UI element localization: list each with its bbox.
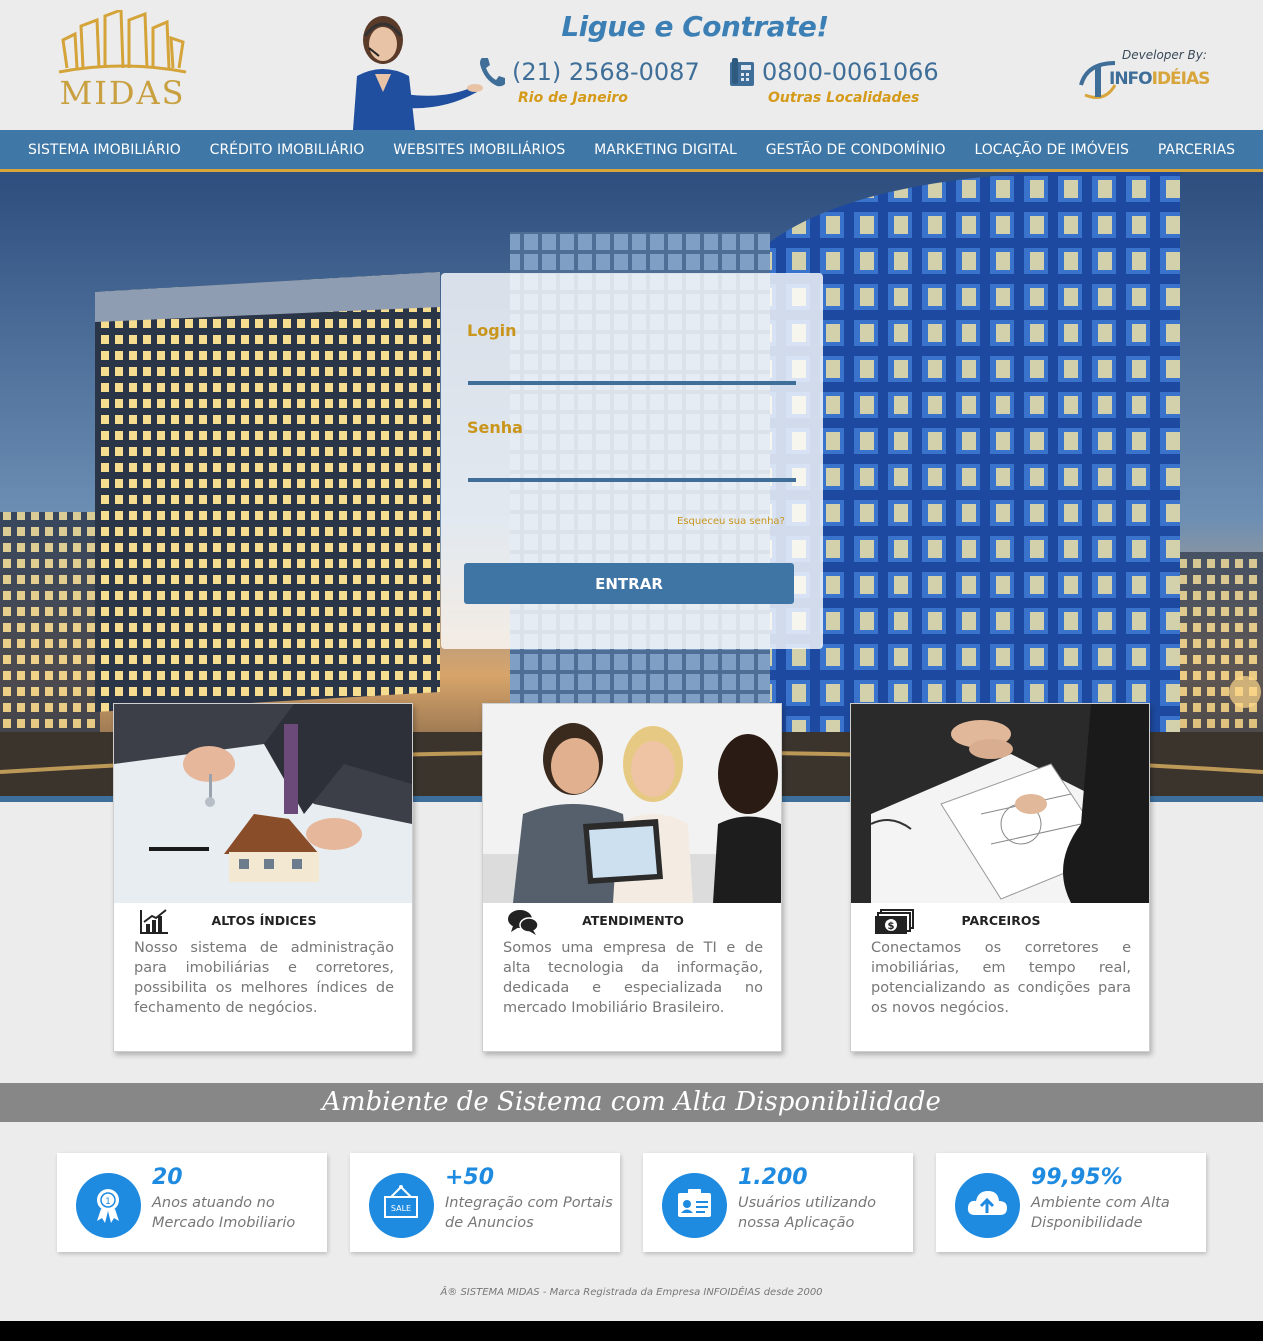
feature-text: Somos uma empresa de TI e de alta tecnol… (503, 940, 763, 1016)
desk-phone-icon (730, 58, 754, 86)
password-label: Senha (467, 418, 523, 437)
stat-label: Anos atuando no Mercado Imobiliario (152, 1195, 296, 1231)
sale-sign-text: SALE (391, 1204, 411, 1213)
stat-value: 99,95% (1031, 1165, 1123, 1190)
main-navigation: SISTEMA IMOBILIÁRIO CRÉDITO IMOBILIÁRIO … (0, 130, 1263, 172)
stat-icon-circle (662, 1173, 727, 1238)
infoideias-logo[interactable]: INFOIDÉIAS (1075, 55, 1215, 105)
house-keys-photo (114, 704, 412, 903)
feature-card-parceiros: $ PARCEIROS Conectamos os corretores e i… (850, 703, 1150, 1052)
feature-card-altos-indices: ALTOS ÍNDICES Nosso sistema de administr… (113, 703, 413, 1052)
phone-other[interactable]: 0800-0061066 (728, 56, 939, 88)
phone-location: Rio de Janeiro (518, 90, 628, 106)
stat-card-availability: 99,95% Ambiente com Alta Disponibilidade (936, 1153, 1206, 1252)
sale-sign-icon: SALE (384, 1185, 418, 1218)
nav-item-credito-imobiliario[interactable]: CRÉDITO IMOBILIÁRIO (210, 142, 365, 158)
login-form: Login Senha Esqueceu sua senha? ENTRAR (441, 273, 823, 649)
login-input[interactable] (468, 351, 796, 385)
phone-handset-icon (480, 58, 505, 87)
stat-label: Integração com Portais de Anuncios (445, 1195, 613, 1231)
feature-text: Conectamos os corretores e imobiliárias,… (871, 940, 1131, 1016)
nav-item-parcerias[interactable]: PARCERIAS (1158, 142, 1235, 158)
nav-item-marketing-digital[interactable]: MARKETING DIGITAL (594, 142, 737, 158)
stat-icon-circle: 1 (76, 1173, 141, 1238)
call-center-attendant-image (335, 12, 485, 130)
feature-title: ATENDIMENTO (582, 913, 684, 928)
developer-logo-text-a: INFO (1109, 69, 1153, 89)
stat-icon-circle (955, 1173, 1020, 1238)
password-input[interactable] (468, 448, 796, 482)
nav-item-sistema-imobiliario[interactable]: SISTEMA IMOBILIÁRIO (28, 142, 181, 158)
call-to-action-headline: Ligue e Contrate! (561, 10, 829, 43)
crown-buildings-icon (58, 7, 187, 74)
stat-card-integrations: SALE +50 Integração com Portais de Anunc… (350, 1153, 620, 1252)
stat-label: Usuários utilizando nossa Aplicação (738, 1195, 876, 1231)
nav-item-locacao-imoveis[interactable]: LOCAÇÃO DE IMÓVEIS (974, 142, 1129, 158)
id-card-icon (678, 1189, 711, 1217)
availability-banner: Ambiente de Sistema com Alta Disponibili… (0, 1083, 1263, 1122)
contract-signing-photo (851, 704, 1149, 903)
login-submit-button[interactable]: ENTRAR (464, 563, 794, 604)
feature-card-atendimento: ATENDIMENTO Somos uma empresa de TI e de… (482, 703, 782, 1052)
team-meeting-photo (483, 704, 781, 903)
stat-value: 20 (152, 1165, 183, 1190)
nav-item-websites-imobiliarios[interactable]: WEBSITES IMOBILIÁRIOS (393, 142, 565, 158)
site-header: MIDAS Ligue e Contrate! (21) 2568-0087 R… (0, 0, 1263, 130)
award-ribbon-icon: 1 (97, 1189, 119, 1223)
bottom-bar (0, 1321, 1263, 1341)
forgot-password-link[interactable]: Esqueceu sua senha? (677, 516, 785, 527)
stat-icon-circle: SALE (369, 1173, 434, 1238)
feature-text: Nosso sistema de administração para imob… (134, 940, 394, 1016)
stat-card-users: 1.200 Usuários utilizando nossa Aplicaçã… (643, 1153, 913, 1252)
phone-number: 0800-0061066 (762, 58, 939, 86)
feature-title: ALTOS ÍNDICES (211, 913, 317, 928)
svg-text:1: 1 (105, 1197, 111, 1207)
developer-logo-text-b: IDÉIAS (1151, 69, 1211, 89)
phone-location: Outras Localidades (768, 90, 920, 106)
nav-item-gestao-condominio[interactable]: GESTÃO DE CONDOMÍNIO (766, 142, 946, 158)
stat-label: Ambiente com Alta Disponibilidade (1031, 1195, 1170, 1231)
cloud-upload-icon (967, 1191, 1007, 1215)
stat-value: +50 (445, 1165, 495, 1190)
stat-card-years: 1 20 Anos atuando no Mercado Imobiliario (57, 1153, 327, 1252)
midas-logo[interactable]: MIDAS (55, 7, 190, 112)
logo-text: MIDAS (59, 74, 186, 112)
login-label: Login (467, 321, 517, 340)
feature-title: PARCEIROS (961, 913, 1041, 928)
stat-value: 1.200 (738, 1165, 808, 1190)
phone-rio[interactable]: (21) 2568-0087 (478, 56, 700, 88)
phone-number: (21) 2568-0087 (512, 58, 700, 86)
footer-copyright: Â® SISTEMA MIDAS - Marca Registrada da E… (440, 1287, 823, 1298)
